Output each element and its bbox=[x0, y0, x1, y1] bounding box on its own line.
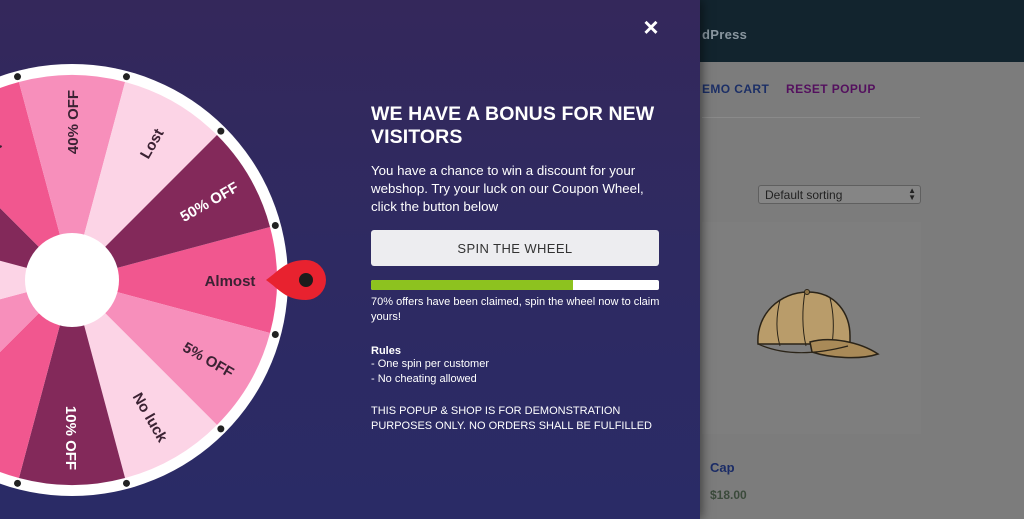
wheel-peg bbox=[122, 73, 130, 81]
wheel-peg bbox=[217, 127, 225, 135]
rules-title: Rules bbox=[371, 345, 401, 357]
popup-content: WE HAVE A BONUS FOR NEW VISITORS You hav… bbox=[371, 103, 661, 434]
divider bbox=[702, 117, 920, 118]
sort-select[interactable]: Default sorting ▲ ▼ bbox=[758, 185, 921, 204]
cap-icon bbox=[757, 289, 880, 359]
wheel-slice-label: Almost bbox=[205, 273, 256, 290]
site-title[interactable]: dPress bbox=[702, 27, 747, 42]
spin-wheel-button[interactable]: SPIN THE WHEEL bbox=[371, 230, 659, 266]
rule-item: - One spin per customer bbox=[371, 358, 489, 370]
wheel-pointer-dot bbox=[299, 273, 313, 287]
wheel-slice-label: 10% OFF bbox=[62, 406, 79, 470]
nav-reset-popup-link[interactable]: RESET POPUP bbox=[786, 82, 876, 96]
popup-headline: WE HAVE A BONUS FOR NEW VISITORS bbox=[371, 103, 655, 148]
wheel-hub bbox=[25, 233, 119, 327]
popup-intro: You have a chance to win a discount for … bbox=[371, 163, 644, 214]
wheel-slice-label: 40% OFF bbox=[65, 90, 82, 154]
sort-select-value: Default sorting bbox=[765, 188, 843, 202]
progress-fill bbox=[371, 280, 573, 290]
wheel-peg bbox=[217, 425, 225, 433]
wheel-peg bbox=[271, 330, 279, 338]
rule-item: - No cheating allowed bbox=[371, 373, 477, 385]
disclaimer: THIS POPUP & SHOP IS FOR DEMONSTRATION P… bbox=[371, 405, 652, 432]
nav-demo-cart-link[interactable]: EMO CART bbox=[702, 82, 769, 96]
close-icon[interactable]: × bbox=[641, 14, 661, 40]
wheel-peg bbox=[271, 222, 279, 230]
wheel-peg bbox=[122, 479, 130, 487]
select-arrows-icon: ▲ ▼ bbox=[908, 186, 916, 202]
product-name-link[interactable]: Cap bbox=[710, 460, 735, 475]
wheel-peg bbox=[14, 479, 22, 487]
progress-text: 70% offers have been claimed, spin the w… bbox=[371, 296, 660, 323]
product-image[interactable] bbox=[702, 222, 921, 434]
product-price: $18.00 bbox=[710, 488, 747, 502]
wheel-peg bbox=[14, 73, 22, 81]
coupon-wheel-popup: Almost 5% OFF No luck 10% OFF Try 40% OFF Lost… bbox=[0, 0, 700, 519]
claimed-progress-bar bbox=[371, 280, 659, 290]
